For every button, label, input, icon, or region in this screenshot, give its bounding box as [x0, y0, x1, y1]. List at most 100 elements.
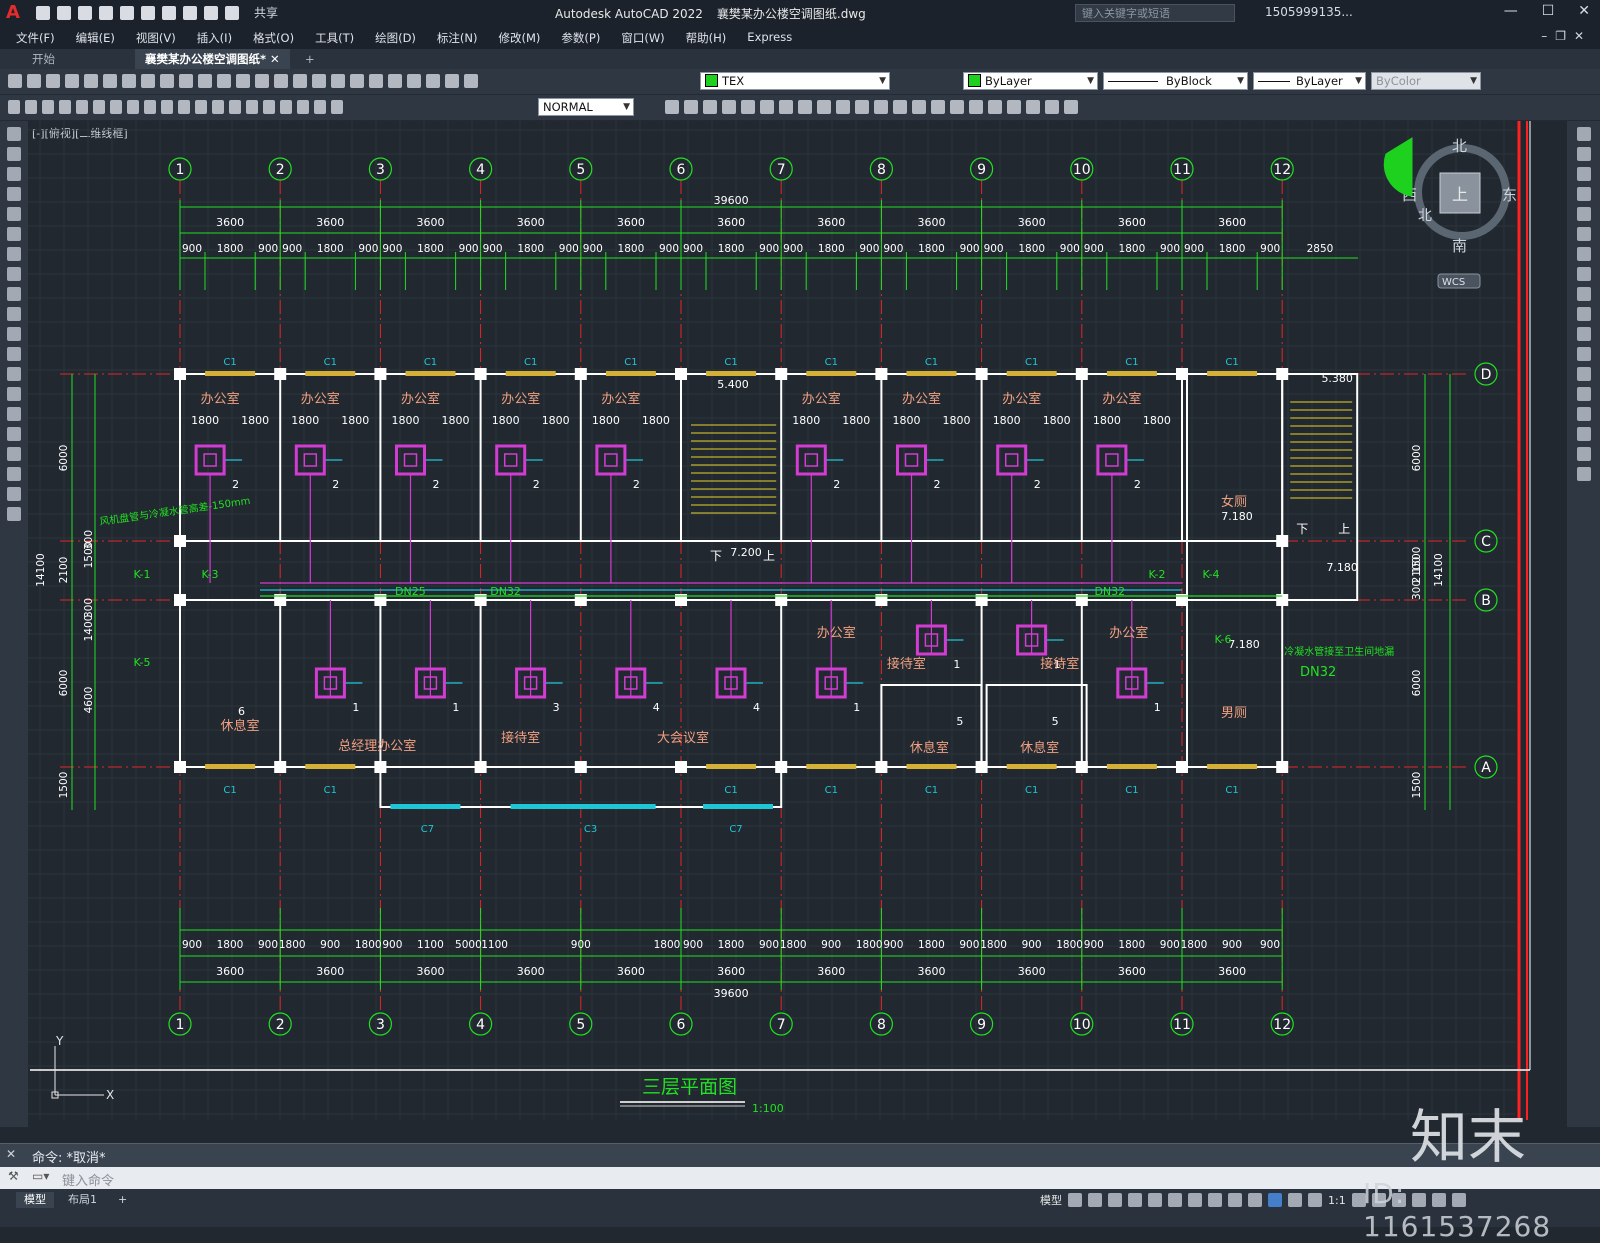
- revision-cloud-icon[interactable]: [7, 267, 21, 281]
- layer-dropdown[interactable]: TEX ▼: [700, 72, 890, 90]
- move-icon[interactable]: [760, 100, 774, 114]
- dimstyle-dropdown[interactable]: NORMAL ▼: [538, 98, 634, 116]
- ordinate-icon[interactable]: [59, 100, 71, 114]
- menu-edit[interactable]: 编辑(E): [76, 30, 115, 46]
- arc-icon[interactable]: [7, 227, 21, 241]
- extend-icon[interactable]: [855, 100, 869, 114]
- tolerance-icon[interactable]: [229, 100, 241, 114]
- copy-icon[interactable]: [141, 74, 155, 88]
- transparency-icon[interactable]: [1228, 1193, 1242, 1207]
- undo-icon[interactable]: [198, 74, 212, 88]
- join-icon[interactable]: [1576, 387, 1591, 401]
- ellipse-icon[interactable]: [7, 307, 21, 321]
- construction-line-icon[interactable]: [7, 147, 21, 161]
- cut-icon[interactable]: [122, 74, 136, 88]
- erase-icon[interactable]: [665, 100, 679, 114]
- new-icon[interactable]: [8, 74, 22, 88]
- circle-icon[interactable]: [7, 247, 21, 261]
- text-front-icon[interactable]: [1026, 100, 1040, 114]
- undo-icon[interactable]: [183, 5, 197, 20]
- minimize-icon[interactable]: —: [1504, 3, 1518, 19]
- join-icon[interactable]: [893, 100, 907, 114]
- blend-icon[interactable]: [1576, 447, 1591, 461]
- close-tab-icon[interactable]: ✕: [270, 52, 280, 66]
- linetype-dropdown[interactable]: ByBlock ▼: [1103, 72, 1248, 90]
- fillet-icon[interactable]: [931, 100, 945, 114]
- new-file-icon[interactable]: [36, 5, 50, 20]
- extend-icon[interactable]: [1576, 327, 1591, 341]
- menu-window[interactable]: 窗口(W): [621, 30, 664, 46]
- array-icon[interactable]: [1576, 207, 1591, 221]
- aligned-dim-icon[interactable]: [25, 100, 37, 114]
- sheet-set-icon[interactable]: [369, 74, 383, 88]
- menu-insert[interactable]: 插入(I): [197, 30, 232, 46]
- region-icon[interactable]: [7, 447, 21, 461]
- mirror-icon[interactable]: [703, 100, 717, 114]
- menu-format[interactable]: 格式(O): [253, 30, 294, 46]
- command-line[interactable]: ⚒ ▭▾ 键入命令: [0, 1167, 1600, 1189]
- move-icon[interactable]: [1576, 227, 1591, 241]
- add-layout-button[interactable]: +: [110, 1192, 135, 1208]
- save-icon[interactable]: [46, 74, 60, 88]
- trim-icon[interactable]: [1576, 307, 1591, 321]
- close-icon[interactable]: ✕: [6, 1147, 16, 1161]
- break-point-icon[interactable]: [1576, 347, 1591, 361]
- stretch-icon[interactable]: [1576, 287, 1591, 301]
- angular-icon[interactable]: [127, 100, 139, 114]
- publish-icon[interactable]: [103, 74, 117, 88]
- linear-dim-icon[interactable]: [8, 100, 20, 114]
- annotation-scale-icon[interactable]: [1308, 1193, 1322, 1207]
- viewcube-south[interactable]: 南: [1452, 237, 1467, 255]
- model-space-toggle[interactable]: 模型: [1040, 1192, 1062, 1208]
- ortho-icon[interactable]: [1108, 1193, 1122, 1207]
- plotstyle-dropdown[interactable]: ByColor ▼: [1371, 72, 1481, 90]
- table-icon[interactable]: [7, 467, 21, 481]
- zoom-previous-icon[interactable]: [293, 74, 307, 88]
- isodraft-icon[interactable]: [1148, 1193, 1162, 1207]
- floor-plan-drawing[interactable]: 396003960036003600900 1800 90036003600900 1…: [28, 121, 1567, 1127]
- break-icon[interactable]: [874, 100, 888, 114]
- lineweight-dropdown[interactable]: ByLayer ▼: [1253, 72, 1366, 90]
- insert-block-icon[interactable]: [7, 347, 21, 361]
- break-icon[interactable]: [1576, 367, 1591, 381]
- menu-draw[interactable]: 绘图(D): [375, 30, 416, 46]
- annotation-visibility-icon[interactable]: [1268, 1193, 1282, 1207]
- save-web-icon[interactable]: [141, 5, 155, 20]
- color-dropdown[interactable]: ByLayer ▼: [963, 72, 1098, 90]
- hatch-back-icon[interactable]: [1045, 100, 1059, 114]
- quick-dim-icon[interactable]: [144, 100, 156, 114]
- share-icon[interactable]: [225, 5, 239, 20]
- rotate-icon[interactable]: [779, 100, 793, 114]
- dim-edit-icon[interactable]: [297, 100, 309, 114]
- scale-icon[interactable]: [798, 100, 812, 114]
- tool-palettes-icon[interactable]: [350, 74, 364, 88]
- copy-icon[interactable]: [1576, 147, 1591, 161]
- object-track-icon[interactable]: [1168, 1193, 1182, 1207]
- line-icon[interactable]: [7, 127, 21, 141]
- rectangle-icon[interactable]: [7, 207, 21, 221]
- tab-start[interactable]: 开始: [22, 49, 65, 69]
- tab-model[interactable]: 模型: [16, 1192, 54, 1208]
- document-window-controls[interactable]: –❐✕: [1541, 29, 1592, 43]
- redo-icon[interactable]: [217, 74, 231, 88]
- new-tab-button[interactable]: +: [295, 49, 325, 69]
- point-icon[interactable]: [7, 387, 21, 401]
- send-back-icon[interactable]: [1007, 100, 1021, 114]
- help-icon[interactable]: [426, 74, 440, 88]
- jogged-linear-icon[interactable]: [280, 100, 292, 114]
- plot-icon[interactable]: [162, 5, 176, 20]
- paste-icon[interactable]: [160, 74, 174, 88]
- preview-icon[interactable]: [84, 74, 98, 88]
- menu-modify[interactable]: 修改(M): [499, 30, 541, 46]
- print-icon[interactable]: [65, 74, 79, 88]
- inspection-icon[interactable]: [263, 100, 275, 114]
- snap-icon[interactable]: [1088, 1193, 1102, 1207]
- scale-icon[interactable]: [1576, 267, 1591, 281]
- spline-icon[interactable]: [7, 287, 21, 301]
- design-center-icon[interactable]: [331, 74, 345, 88]
- save-icon[interactable]: [78, 5, 92, 20]
- search-input[interactable]: 键入关键字或短语: [1075, 4, 1235, 22]
- menu-express[interactable]: Express: [747, 30, 792, 46]
- menu-tools[interactable]: 工具(T): [315, 30, 354, 46]
- markup-icon[interactable]: [388, 74, 402, 88]
